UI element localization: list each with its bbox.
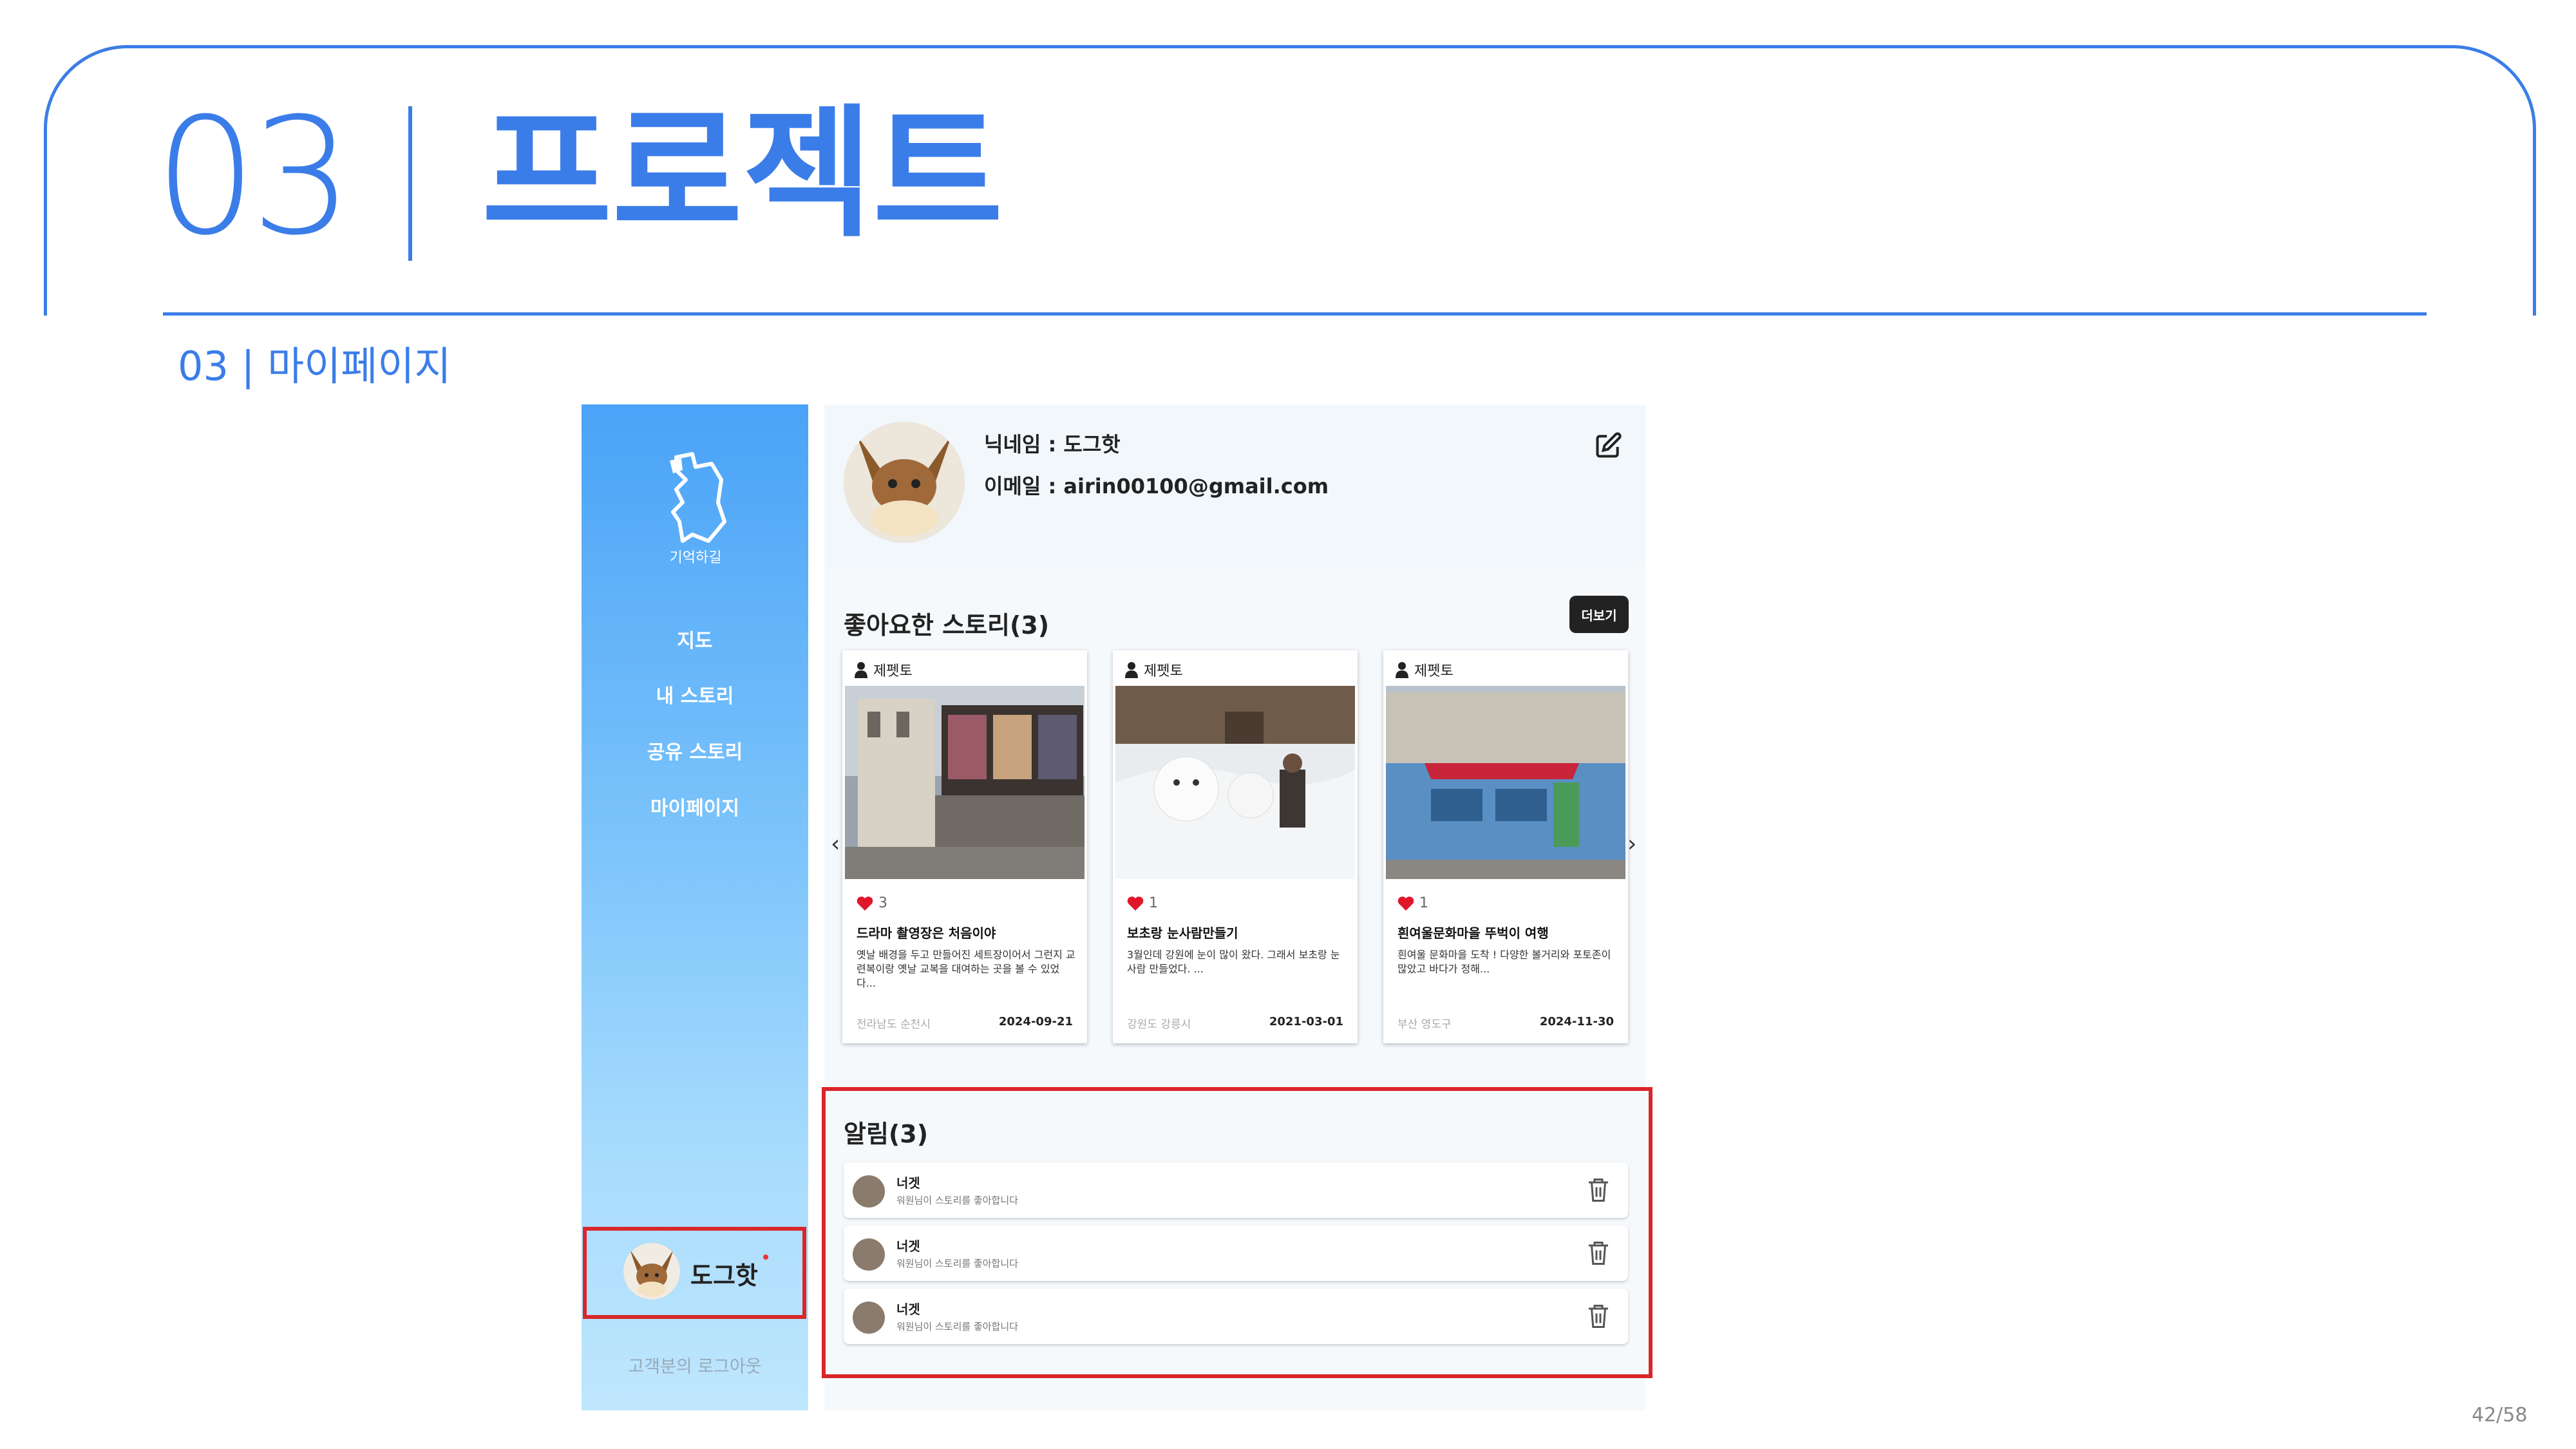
card-photo bbox=[1115, 686, 1355, 879]
title-divider bbox=[408, 106, 412, 261]
notification-sender: 너겟 bbox=[896, 1175, 920, 1191]
card-title: 드라마 촬영장은 처음이야 bbox=[857, 925, 996, 941]
card-likes[interactable]: 3 bbox=[857, 895, 887, 911]
heart-icon[interactable] bbox=[1127, 896, 1144, 911]
card-photo bbox=[1386, 686, 1625, 879]
trash-icon[interactable] bbox=[1587, 1177, 1610, 1204]
person-icon bbox=[1396, 662, 1408, 678]
card-author: 제펫토 bbox=[1395, 659, 1454, 680]
notification-item[interactable]: 너겟 워원님이 스토리를 좋아합니다 bbox=[844, 1226, 1628, 1281]
story-card[interactable]: 제펫토 1 보초랑 눈사람만들기 3월인데 강원에 눈이 많이 왔다. 그래서 … bbox=[1113, 650, 1358, 1043]
user-name: 도그핫 bbox=[690, 1262, 758, 1290]
notification-item[interactable]: 너겟 워원님이 스토리를 좋아합니다 bbox=[844, 1162, 1628, 1218]
heart-icon[interactable] bbox=[1397, 896, 1414, 911]
card-body: 3월인데 강원에 눈이 많이 왔다. 그래서 보초랑 눈사람 만들었다. ... bbox=[1127, 949, 1340, 975]
carousel-next-icon[interactable]: › bbox=[1627, 831, 1636, 857]
logo-text: 기억하길 bbox=[669, 550, 722, 566]
card-like-count: 1 bbox=[1419, 895, 1428, 911]
person-icon bbox=[1125, 662, 1138, 678]
notification-message: 워원님이 스토리를 좋아합니다 bbox=[896, 1321, 1018, 1332]
notification-avatar bbox=[853, 1175, 885, 1208]
card-date: 2024-11-30 bbox=[1539, 1015, 1614, 1028]
notification-avatar bbox=[853, 1238, 885, 1271]
liked-stories-title: 좋아요한 스토리(3) bbox=[844, 611, 1050, 639]
card-author-name: 제펫토 bbox=[873, 663, 913, 679]
notification-message: 워원님이 스토리를 좋아합니다 bbox=[896, 1195, 1018, 1206]
edit-icon[interactable] bbox=[1594, 431, 1622, 460]
nav-mypage[interactable]: 마이페이지 bbox=[582, 792, 808, 820]
heart-icon[interactable] bbox=[857, 896, 873, 911]
card-author: 제펫토 bbox=[1124, 659, 1183, 680]
notification-message: 워원님이 스토리를 좋아합니다 bbox=[896, 1258, 1018, 1269]
notification-sender: 너겟 bbox=[896, 1302, 920, 1317]
profile-nickname: 닉네임 : 도그핫 bbox=[984, 432, 1121, 457]
page-indicator: 42/58 bbox=[2472, 1404, 2528, 1426]
notification-dot bbox=[763, 1255, 768, 1260]
nav-my-story[interactable]: 내 스토리 bbox=[582, 680, 808, 708]
nav-shared-story[interactable]: 공유 스토리 bbox=[582, 736, 808, 764]
card-date: 2024-09-21 bbox=[998, 1015, 1073, 1028]
notifications-title: 알림(3) bbox=[844, 1120, 929, 1148]
trash-icon[interactable] bbox=[1587, 1240, 1610, 1267]
header-rule bbox=[163, 312, 2427, 316]
card-title: 흰여울문화마을 뚜벅이 여행 bbox=[1397, 925, 1549, 941]
slide-title: 프로젝트 bbox=[482, 91, 1003, 256]
card-body: 흰여울 문화마을 도착 ! 다양한 볼거리와 포토존이 많았고 바다가 정해..… bbox=[1397, 949, 1611, 975]
nav-map[interactable]: 지도 bbox=[582, 625, 808, 653]
card-location: 강원도 강릉시 bbox=[1127, 1018, 1191, 1031]
card-like-count: 3 bbox=[878, 895, 887, 911]
card-location: 부산 영도구 bbox=[1397, 1018, 1452, 1031]
card-title: 보초랑 눈사람만들기 bbox=[1127, 925, 1238, 941]
notification-avatar bbox=[853, 1302, 885, 1334]
avatar[interactable] bbox=[623, 1243, 680, 1300]
notification-item[interactable]: 너겟 워원님이 스토리를 좋아합니다 bbox=[844, 1289, 1628, 1344]
profile-avatar bbox=[844, 422, 965, 543]
story-card[interactable]: 제펫토 3 드라마 촬영장은 처음이야 옛날 배경을 두고 만들어진 세트장이어… bbox=[842, 650, 1087, 1043]
card-photo bbox=[845, 686, 1084, 879]
card-author-name: 제펫토 bbox=[1414, 663, 1454, 679]
logo-icon[interactable] bbox=[657, 451, 734, 547]
slide-section-number: 03 bbox=[155, 83, 353, 270]
profile-email: 이메일 : airin00100@gmail.com bbox=[984, 474, 1329, 498]
card-location: 전라남도 순천시 bbox=[857, 1018, 931, 1031]
trash-icon[interactable] bbox=[1587, 1303, 1610, 1330]
carousel-prev-icon[interactable]: ‹ bbox=[831, 831, 840, 857]
card-author: 제펫토 bbox=[854, 659, 913, 680]
more-button[interactable]: 더보기 bbox=[1569, 596, 1629, 633]
slide-subtitle: 03 | 마이페이지 bbox=[178, 343, 451, 390]
logout-link[interactable]: 고객분의 로그아웃 bbox=[582, 1352, 808, 1378]
card-like-count: 1 bbox=[1149, 895, 1158, 911]
card-likes[interactable]: 1 bbox=[1397, 895, 1428, 911]
slide-frame bbox=[44, 45, 2536, 316]
person-icon bbox=[855, 662, 867, 678]
card-date: 2021-03-01 bbox=[1269, 1015, 1343, 1028]
story-card[interactable]: 제펫토 1 흰여울문화마을 뚜벅이 여행 흰여울 문화마을 도착 ! 다양한 볼… bbox=[1383, 650, 1628, 1043]
card-likes[interactable]: 1 bbox=[1127, 895, 1158, 911]
notification-sender: 너겟 bbox=[896, 1238, 920, 1254]
card-author-name: 제펫토 bbox=[1144, 663, 1183, 679]
card-body: 옛날 배경을 두고 만들어진 세트장이어서 그런지 교련복이랑 옛날 교복을 대… bbox=[857, 949, 1075, 989]
